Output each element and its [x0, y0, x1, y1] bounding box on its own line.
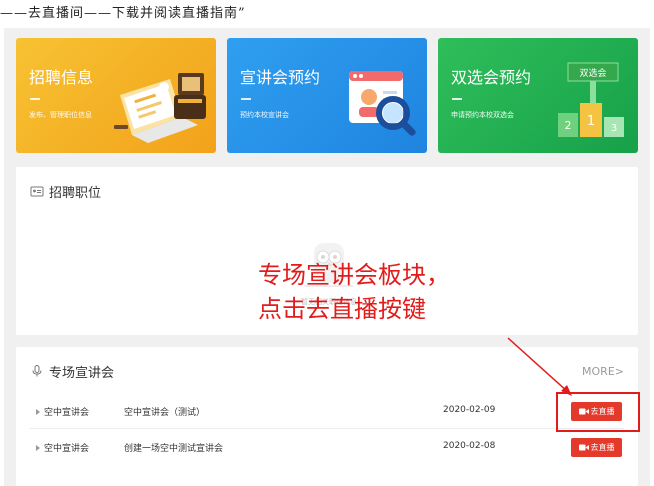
lecture-date: 2020-02-09	[443, 405, 496, 415]
lecture-panel: 专场宣讲会 MORE> 空中宣讲会 空中宣讲会（测试） 2020-02-09 去…	[16, 347, 638, 486]
podium-number-second: 2	[565, 119, 572, 132]
card-divider	[452, 98, 462, 100]
jobs-panel-title: 招聘职位	[49, 185, 102, 201]
podium-banner-label: 双选会	[579, 67, 606, 79]
podium-illustration-icon: 双选会 2 1 3	[558, 62, 624, 137]
job-fair-booking-card[interactable]: 双选会预约 申请预约本校双选会 双选会 2 1 3	[438, 38, 638, 153]
job-fair-booking-title: 双选会预约	[451, 68, 532, 87]
recruit-info-card[interactable]: 招聘信息 发布、管理职位信息	[16, 38, 216, 153]
podium-number-first: 1	[587, 114, 595, 129]
laptop-illustration-icon	[114, 73, 206, 143]
go-live-label: 去直播	[590, 443, 615, 452]
lecture-booking-card[interactable]: 宣讲会预约 预约本校宣讲会	[227, 38, 427, 153]
bullet-triangle-icon	[36, 445, 40, 451]
lecture-date: 2020-02-08	[443, 441, 496, 451]
video-camera-icon	[578, 444, 589, 451]
more-link[interactable]: MORE>	[582, 365, 624, 378]
jobs-panel-header: 招聘职位	[30, 181, 101, 201]
lecture-booking-desc: 预约本校宣讲会	[240, 111, 289, 119]
lecture-booking-title: 宣讲会预约	[240, 68, 321, 87]
annotation-line-1: 专场宣讲会板块，	[258, 261, 450, 289]
lecture-title[interactable]: 空中宣讲会（测试）	[124, 405, 205, 418]
lecture-row: 空中宣讲会 创建一场空中测试宣讲会 2020-02-08 去直播	[16, 431, 638, 465]
microphone-icon	[32, 365, 42, 377]
card-divider	[241, 98, 251, 100]
page-frame: 招聘信息 发布、管理职位信息 宣讲会预约 预约本校宣讲会 双选会预约 申请预约本…	[4, 28, 650, 486]
podium-number-third: 3	[611, 123, 617, 134]
magnifier-illustration-icon	[349, 71, 416, 136]
annotation-highlight-box	[556, 392, 640, 432]
lecture-row: 空中宣讲会 空中宣讲会（测试） 2020-02-09 去直播	[16, 395, 638, 429]
bullet-triangle-icon	[36, 409, 40, 415]
lecture-type: 空中宣讲会	[44, 408, 90, 418]
row-divider	[30, 428, 624, 429]
lecture-title[interactable]: 创建一场空中测试宣讲会	[124, 441, 223, 454]
annotation-text: 专场宣讲会板块， 点击去直播按键	[258, 258, 538, 326]
lecture-panel-header: 专场宣讲会	[30, 361, 114, 381]
recruit-info-desc: 发布、管理职位信息	[29, 111, 92, 119]
job-fair-booking-desc: 申请预约本校双选会	[451, 111, 514, 119]
go-live-button[interactable]: 去直播	[571, 438, 622, 457]
instruction-text: ——去直播间——下载并阅读直播指南”	[0, 6, 246, 21]
id-card-icon	[30, 186, 44, 197]
lecture-type: 空中宣讲会	[44, 444, 90, 454]
card-divider	[30, 98, 40, 100]
lecture-panel-title: 专场宣讲会	[49, 365, 115, 381]
recruit-info-title: 招聘信息	[29, 68, 94, 87]
annotation-line-2: 点击去直播按键	[258, 295, 426, 323]
